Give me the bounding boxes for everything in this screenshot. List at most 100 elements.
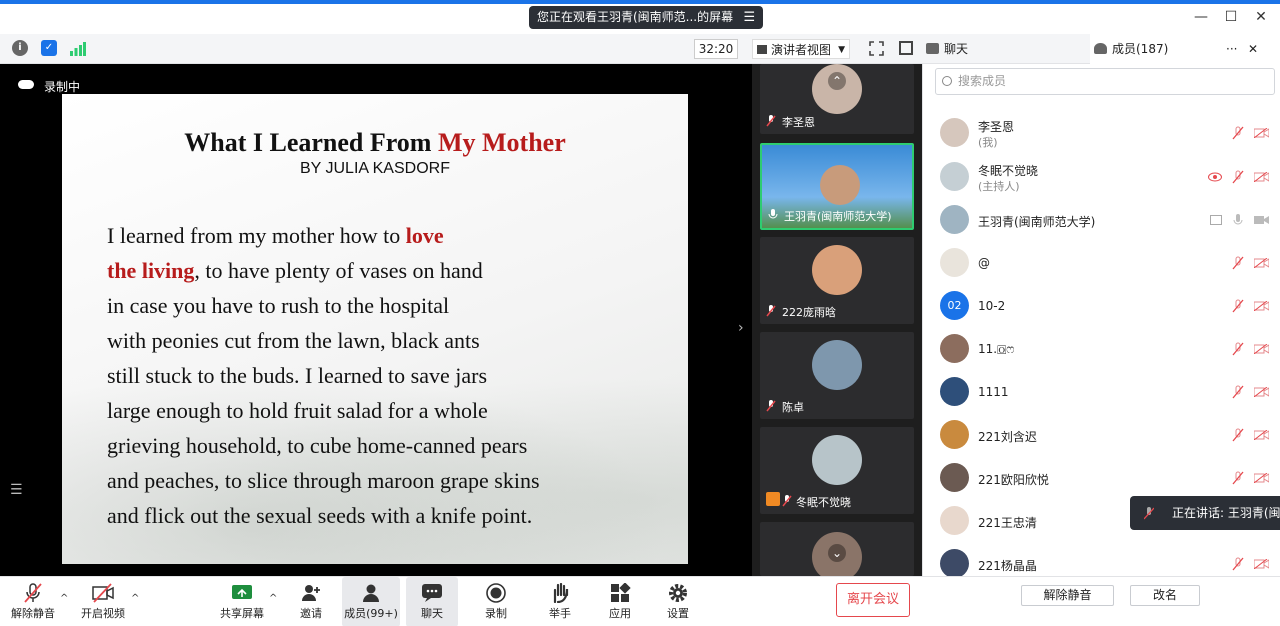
avatar xyxy=(812,245,862,295)
thumbnail-name-text: 王羽青(闽南师范大学) xyxy=(784,210,892,223)
mic-muted-icon[interactable] xyxy=(1232,471,1244,485)
thumbnail-name: 冬眠不觉晓 xyxy=(766,492,851,510)
close-panel-icon[interactable]: ✕ xyxy=(1248,34,1258,64)
video-thumbnail[interactable]: 陈卓 xyxy=(760,332,914,419)
menu-icon[interactable]: ☰ xyxy=(743,6,755,29)
close-icon[interactable]: ✕ xyxy=(1252,8,1270,26)
more-icon[interactable]: ··· xyxy=(1226,34,1237,64)
shield-icon[interactable]: ✓ xyxy=(41,40,57,56)
mic-icon[interactable] xyxy=(1232,213,1244,227)
camera-off-icon[interactable] xyxy=(1254,387,1269,397)
presentation-slide: What I Learned From My Mother BY JULIA K… xyxy=(62,94,688,564)
recording-label: 录制中 xyxy=(44,80,81,94)
apps-button[interactable]: 应用 xyxy=(600,577,640,626)
list-item[interactable]: 221欧阳欣悦 xyxy=(923,457,1280,500)
chevron-down-icon[interactable]: ⌄ xyxy=(828,544,846,562)
eye-icon[interactable] xyxy=(1208,172,1222,182)
video-thumbnail[interactable]: ⌄ xyxy=(760,522,914,576)
list-item[interactable]: 11.🄾ෆ xyxy=(923,328,1280,371)
layout-icon[interactable] xyxy=(899,41,913,55)
share-screen-icon xyxy=(232,585,252,599)
chevron-up-icon[interactable]: ⌃ xyxy=(828,72,846,90)
camera-icon[interactable] xyxy=(1254,215,1269,225)
poem-line: large enough to hold fruit salad for a w… xyxy=(107,398,488,423)
chevron-up-icon[interactable]: ^ xyxy=(269,593,277,604)
avatar xyxy=(940,420,969,449)
screen-share-icon[interactable] xyxy=(1210,215,1222,225)
member-role: (我) xyxy=(978,136,998,149)
list-item[interactable]: 李圣恩 (我) xyxy=(923,112,1280,155)
list-item[interactable]: 冬眠不觉晓 (主持人) xyxy=(923,156,1280,199)
camera-off-icon[interactable] xyxy=(1254,128,1269,138)
rename-button[interactable]: 改名 xyxy=(1130,585,1200,606)
list-item[interactable]: 王羽青(闽南师范大学) xyxy=(923,199,1280,242)
info-icon[interactable]: i xyxy=(12,40,28,56)
record-button[interactable]: 录制 xyxy=(476,577,516,626)
share-screen-button[interactable]: 共享屏幕 xyxy=(216,577,268,626)
member-role: (主持人) xyxy=(978,180,1020,193)
minimize-icon[interactable]: — xyxy=(1192,8,1210,26)
mic-muted-icon[interactable] xyxy=(1232,126,1244,140)
search-input[interactable]: 搜索成员 xyxy=(935,68,1275,95)
add-user-icon xyxy=(302,585,320,601)
list-item[interactable]: @ xyxy=(923,242,1280,285)
search-placeholder: 搜索成员 xyxy=(958,74,1007,88)
list-icon[interactable]: ☰ xyxy=(10,482,23,498)
list-item[interactable]: 221杨晶晶 xyxy=(923,543,1280,576)
poem-highlight: love xyxy=(405,223,444,248)
mute-all-button[interactable]: 解除静音 xyxy=(1021,585,1114,606)
avatar xyxy=(940,549,969,576)
camera-off-icon[interactable] xyxy=(1254,344,1269,354)
member-name: 11.🄾ෆ xyxy=(978,342,1015,356)
list-item[interactable]: 02 10-2 xyxy=(923,285,1280,328)
signal-icon[interactable] xyxy=(70,42,86,56)
start-video-button[interactable]: 开启视频 xyxy=(76,577,130,626)
avatar xyxy=(940,162,969,191)
video-thumbnail[interactable]: ⌃ 李圣恩 xyxy=(760,64,914,134)
settings-button[interactable]: 设置 xyxy=(658,577,698,626)
raise-hand-button[interactable]: 举手 xyxy=(540,577,580,626)
maximize-icon[interactable]: ☐ xyxy=(1222,8,1240,26)
thumbnail-name: 李圣恩 xyxy=(766,114,815,130)
chevron-up-icon[interactable]: ^ xyxy=(60,593,68,604)
mic-muted-icon[interactable] xyxy=(1232,170,1244,184)
thumbnail-name: 王羽青(闽南师范大学) xyxy=(768,208,892,224)
share-banner[interactable]: 您正在观看王羽青(闽南师范...的屏幕 ☰ xyxy=(529,6,764,29)
mic-muted-icon[interactable] xyxy=(1232,428,1244,442)
mic-muted-icon[interactable] xyxy=(1232,557,1244,571)
camera-off-icon[interactable] xyxy=(1254,430,1269,440)
camera-off-icon[interactable] xyxy=(1254,301,1269,311)
meeting-app: 您正在观看王羽青(闽南师范...的屏幕 ☰ — ☐ ✕ i ✓ 32:20 演讲… xyxy=(0,0,1280,626)
camera-off-icon[interactable] xyxy=(1254,172,1269,182)
camera-off-icon[interactable] xyxy=(1254,559,1269,569)
chat-icon xyxy=(422,584,442,602)
list-item[interactable]: 221刘含迟 xyxy=(923,414,1280,457)
camera-off-icon[interactable] xyxy=(1254,473,1269,483)
chevron-right-icon[interactable]: › xyxy=(738,320,744,336)
video-thumbnail[interactable]: 222庞雨晗 xyxy=(760,237,914,324)
speaking-indicator: 正在讲话: 王羽青(闽南 xyxy=(1130,496,1280,530)
camera-off-icon[interactable] xyxy=(1254,258,1269,268)
unmute-button[interactable]: 解除静音 xyxy=(8,577,58,626)
video-thumbnail-active[interactable]: 王羽青(闽南师范大学) xyxy=(760,143,914,230)
fullscreen-icon[interactable] xyxy=(869,41,884,56)
chat-button[interactable]: 聊天 xyxy=(406,577,458,626)
mic-muted-icon[interactable] xyxy=(1232,342,1244,356)
tab-chat[interactable]: 聊天 xyxy=(922,34,1088,64)
chat-label: 聊天 xyxy=(421,607,443,620)
view-mode-dropdown[interactable]: 演讲者视图 ▼ xyxy=(752,39,851,59)
invite-button[interactable]: 邀请 xyxy=(290,577,332,626)
tab-members[interactable]: 成员(187) ··· ✕ xyxy=(1090,34,1280,64)
member-name: 冬眠不觉晓 xyxy=(978,164,1039,178)
video-thumbnail[interactable]: 冬眠不觉晓 xyxy=(760,427,914,514)
mic-muted-icon[interactable] xyxy=(1232,299,1244,313)
mic-muted-icon[interactable] xyxy=(1232,256,1244,270)
leave-meeting-button[interactable]: 离开会议 xyxy=(836,583,910,617)
members-button[interactable]: 成员(99+) xyxy=(342,577,400,626)
search-icon xyxy=(942,76,952,86)
chevron-down-icon: ▼ xyxy=(838,45,846,55)
chevron-up-icon[interactable]: ^ xyxy=(131,593,139,604)
list-item[interactable]: 1111 xyxy=(923,371,1280,414)
mic-muted-icon[interactable] xyxy=(1232,385,1244,399)
poem-highlight: the living xyxy=(107,258,195,283)
